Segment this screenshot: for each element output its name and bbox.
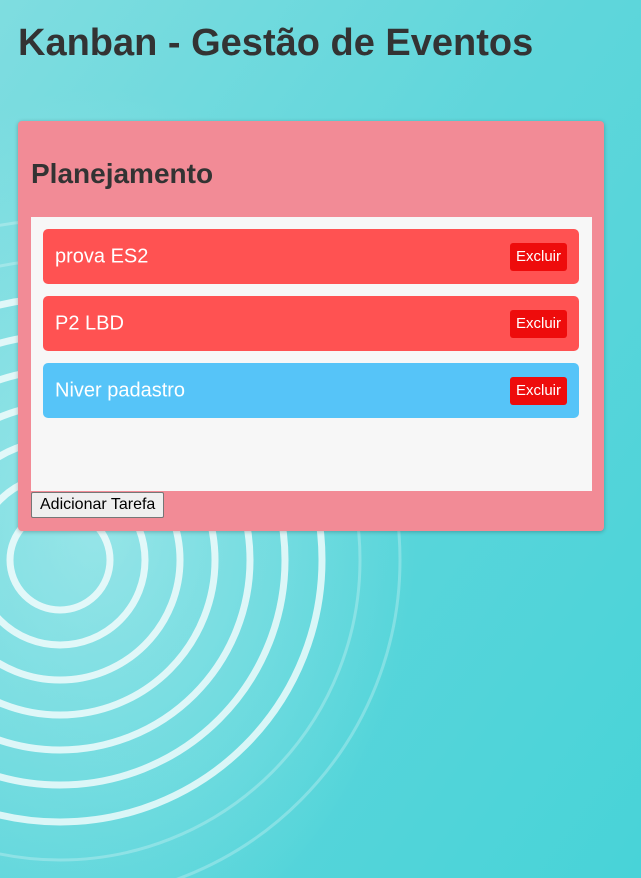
task-list: prova ES2 Excluir P2 LBD Excluir Niver p… xyxy=(31,217,592,491)
task-card[interactable]: Niver padastro Excluir xyxy=(43,363,579,418)
task-label: prova ES2 xyxy=(55,245,149,267)
kanban-column-planejamento: Planejamento prova ES2 Excluir P2 LBD Ex… xyxy=(18,121,604,531)
task-label: Niver padastro xyxy=(55,379,186,401)
delete-task-button[interactable]: Excluir xyxy=(509,242,567,271)
task-label: P2 LBD xyxy=(55,312,124,334)
column-title: Planejamento xyxy=(31,158,214,189)
task-card[interactable]: prova ES2 Excluir xyxy=(43,229,579,284)
page-title: Kanban - Gestão de Eventos xyxy=(18,22,534,64)
delete-task-button[interactable]: Excluir xyxy=(509,309,567,338)
add-task-button[interactable]: Adicionar Tarefa xyxy=(31,492,165,518)
delete-task-button[interactable]: Excluir xyxy=(509,376,567,405)
task-card[interactable]: P2 LBD Excluir xyxy=(43,296,579,351)
